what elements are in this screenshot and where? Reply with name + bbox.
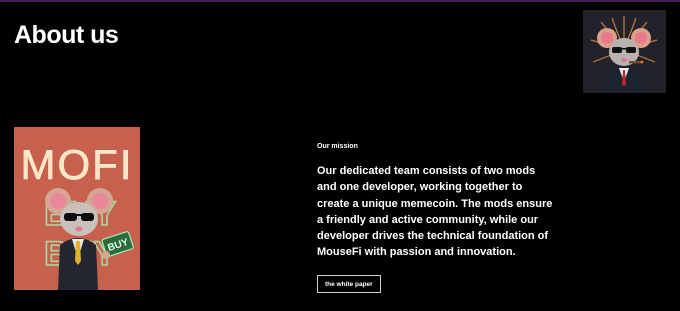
mission-text: Our dedicated team consists of two mods … <box>317 165 553 259</box>
white-paper-button[interactable]: the white paper <box>317 275 381 293</box>
mofi-poster-art: MOFI BUY BUY BUY <box>14 127 140 290</box>
poster-headline: MOFI <box>21 141 134 188</box>
avatar[interactable] <box>583 10 666 93</box>
top-border <box>0 0 680 2</box>
mouse-agent-avatar-icon <box>590 16 658 93</box>
page-title: About us <box>14 21 119 49</box>
mission-label: Our mission <box>317 143 358 150</box>
mofi-poster: MOFI BUY BUY BUY <box>14 127 140 290</box>
